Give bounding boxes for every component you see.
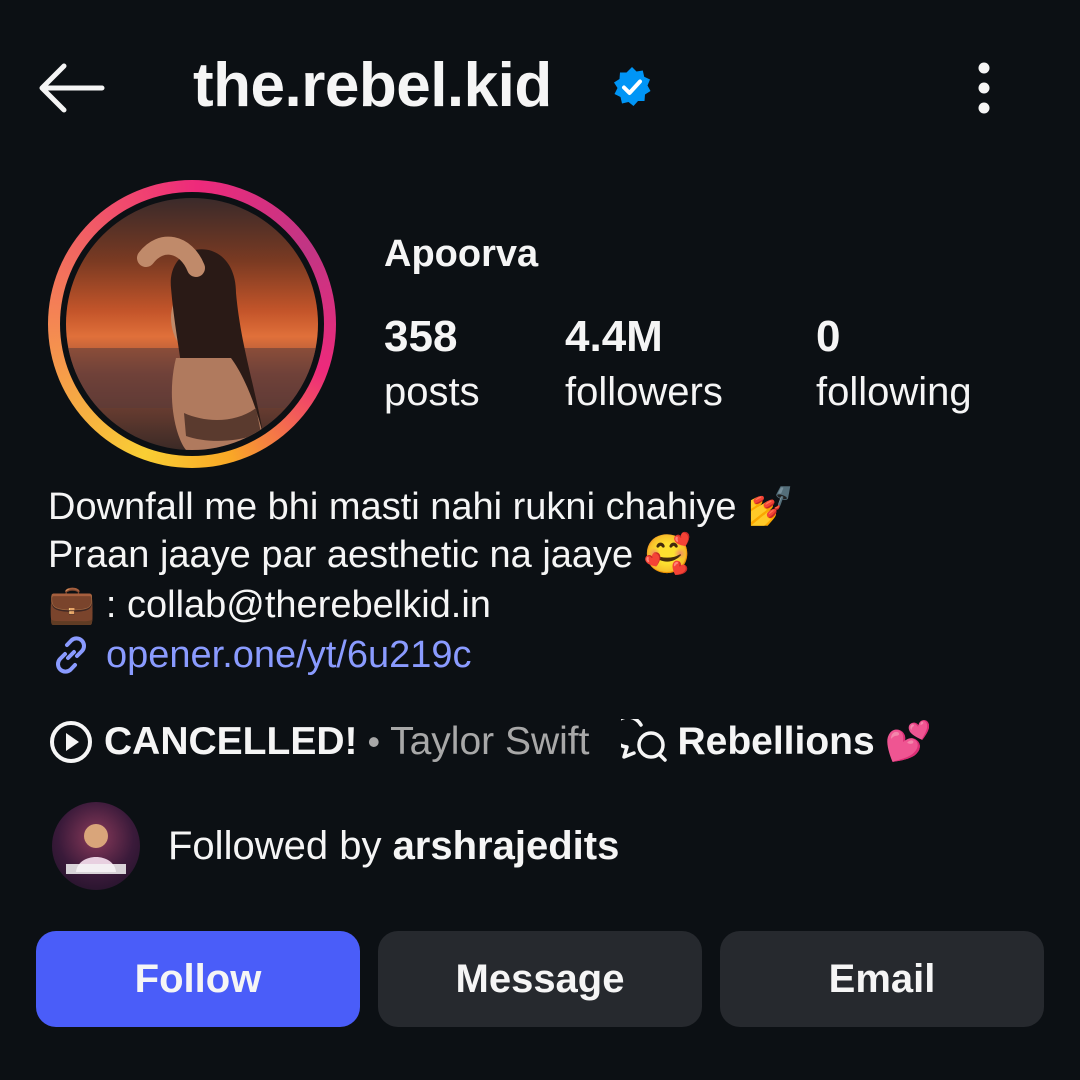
more-options-icon[interactable] xyxy=(962,58,1006,118)
email-button[interactable]: Email xyxy=(720,931,1044,1027)
following-label[interactable]: following xyxy=(816,370,972,415)
profile-username: the.rebel.kid xyxy=(193,51,552,120)
followed-by-text[interactable]: Followed by arshrajedits xyxy=(168,824,619,869)
followers-label[interactable]: followers xyxy=(565,370,723,415)
mutual-follower-avatar[interactable] xyxy=(52,802,140,890)
bio-line-3: 💼 : collab@therebelkid.in xyxy=(48,580,491,630)
profile-avatar[interactable] xyxy=(66,198,318,450)
follow-button[interactable]: Follow xyxy=(36,931,360,1027)
message-button[interactable]: Message xyxy=(378,931,702,1027)
music-title[interactable]: CANCELLED! xyxy=(104,720,357,764)
posts-count[interactable]: 358 xyxy=(384,312,457,362)
bio-link-text[interactable]: opener.one/yt/6u219c xyxy=(106,634,472,677)
bio-link[interactable]: opener.one/yt/6u219c xyxy=(48,632,472,678)
two-hearts-emoji: 💕 xyxy=(884,721,933,763)
play-icon[interactable] xyxy=(48,719,94,765)
nail-polish-emoji: 💅 xyxy=(747,486,795,528)
thread-label[interactable]: Rebellions xyxy=(677,720,874,764)
smiling-hearts-emoji: 🥰 xyxy=(643,534,692,576)
music-artist[interactable]: Taylor Swift xyxy=(390,720,589,764)
following-count[interactable]: 0 xyxy=(816,312,840,362)
threads-chat-icon[interactable] xyxy=(621,719,669,765)
back-arrow-icon[interactable] xyxy=(36,60,108,116)
display-name: Apoorva xyxy=(384,233,539,275)
followed-by-user[interactable]: arshrajedits xyxy=(393,824,620,868)
bio-line-1-text: Downfall me bhi masti nahi rukni chahiye xyxy=(48,486,737,528)
posts-label[interactable]: posts xyxy=(384,370,480,415)
music-and-thread-row: CANCELLED! • Taylor Swift Rebellions 💕 xyxy=(48,714,932,770)
briefcase-emoji: 💼 xyxy=(48,584,96,626)
followers-count[interactable]: 4.4M xyxy=(565,312,663,362)
link-icon xyxy=(48,632,94,678)
followed-by-prefix: Followed by xyxy=(168,824,393,868)
bio-line-2-text: Praan jaaye par aesthetic na jaaye xyxy=(48,534,634,576)
verified-badge-icon xyxy=(611,66,653,108)
bio-email-text: : collab@therebelkid.in xyxy=(105,584,491,626)
bio-line-1: Downfall me bhi masti nahi rukni chahiye… xyxy=(48,482,794,532)
bio-line-2: Praan jaaye par aesthetic na jaaye 🥰 xyxy=(48,530,691,580)
music-separator: • xyxy=(367,721,381,762)
